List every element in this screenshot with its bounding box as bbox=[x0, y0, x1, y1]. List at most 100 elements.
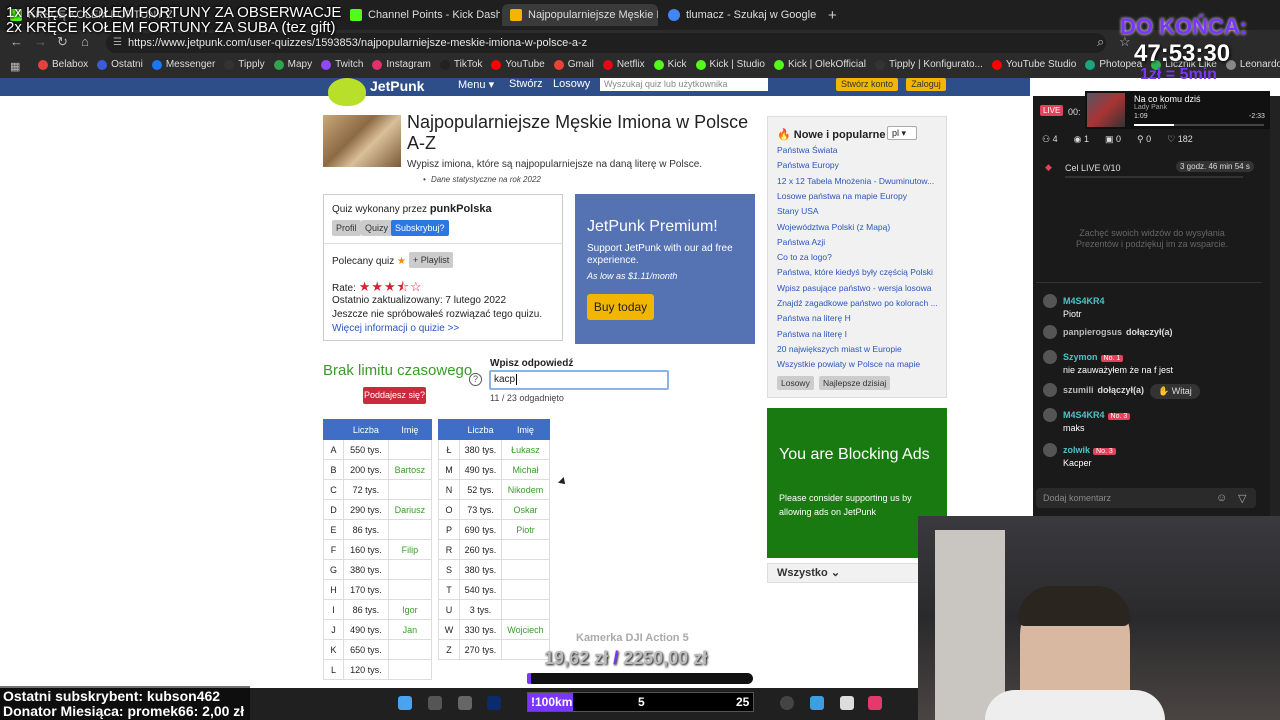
sidebar-link[interactable]: Stany USA bbox=[777, 206, 937, 216]
sidebar-link[interactable]: Losowe państwa na mapie Europy bbox=[777, 191, 937, 201]
ticker-label: !100km bbox=[528, 693, 573, 711]
bookmark-item[interactable]: Kick bbox=[653, 59, 687, 70]
bookmark-item[interactable]: Mapy bbox=[273, 59, 312, 70]
welcome-button[interactable]: ✋ Witaj bbox=[1150, 384, 1200, 399]
profile-button[interactable]: Profil bbox=[332, 220, 361, 236]
goal-amount: 19,62 zł / 2250,00 zł bbox=[544, 648, 708, 668]
cell-count: 380 tys. bbox=[343, 559, 389, 580]
tab-channel-points[interactable]: Channel Points - Kick Dashboard✕ bbox=[342, 4, 500, 26]
url-bar[interactable]: https://www.jetpunk.com/user-quizzes/159… bbox=[106, 33, 1106, 53]
table-row: G 380 tys. bbox=[323, 559, 433, 580]
rank-badge: No. 3 bbox=[1107, 413, 1131, 420]
cell-count: 330 tys. bbox=[459, 619, 502, 640]
forward-icon[interactable]: → bbox=[34, 34, 47, 49]
more-info-link[interactable]: Więcej informacji o quizie >> bbox=[332, 323, 459, 334]
best-today-button[interactable]: Najlepsze dzisiaj bbox=[819, 376, 891, 390]
obs-icon[interactable] bbox=[780, 696, 794, 710]
song-time-left: -2:33 bbox=[1249, 113, 1265, 120]
sidebar-link[interactable]: Państwa Europy bbox=[777, 160, 937, 170]
task-view-icon[interactable] bbox=[458, 696, 472, 710]
subscribe-button[interactable]: Subskrybuj? bbox=[391, 220, 449, 236]
bookmark-icon bbox=[695, 59, 706, 70]
sidebar-link[interactable]: 12 x 12 Tabela Mnożenia - Dwuminutow... bbox=[777, 176, 937, 186]
sidebar-link[interactable]: Państwa na literę I bbox=[777, 329, 937, 339]
app-icon[interactable] bbox=[810, 696, 824, 710]
chat-username[interactable]: M4S4KR4 bbox=[1063, 296, 1105, 306]
reload-icon[interactable]: ↻ bbox=[57, 34, 68, 50]
send-icon[interactable]: ▽ bbox=[1238, 492, 1246, 505]
quiz-subtitle: Wypisz imiona, które są najpopularniejsz… bbox=[407, 159, 703, 170]
site-info-icon[interactable]: ☰ bbox=[113, 37, 122, 48]
tab-jetpunk[interactable]: Najpopularniejsze Męskie Imiona✕ bbox=[502, 4, 658, 26]
sidebar-link[interactable]: 20 największych miast w Europie bbox=[777, 344, 937, 354]
give-up-button[interactable]: Poddajesz się? bbox=[363, 387, 426, 404]
author-link[interactable]: punkPolska bbox=[430, 203, 492, 215]
buy-today-button[interactable]: Buy today bbox=[587, 294, 654, 320]
sidebar-link[interactable]: Państwa, które kiedyś były częścią Polsk… bbox=[777, 267, 937, 277]
bookmark-item[interactable]: Twitch bbox=[321, 59, 363, 70]
back-icon[interactable]: ← bbox=[10, 34, 23, 49]
bookmark-item[interactable]: Kick | OlekOfficial bbox=[773, 59, 866, 70]
bookmark-item[interactable]: Netflix bbox=[602, 59, 645, 70]
bookmark-item[interactable]: TikTok bbox=[439, 59, 482, 70]
bookmark-item[interactable]: Ostatni bbox=[97, 59, 143, 70]
sidebar-link[interactable]: Województwa Polski (z Mapą) bbox=[777, 222, 937, 232]
bookmark-item[interactable]: Kick | Studio bbox=[695, 59, 765, 70]
cell-name bbox=[500, 559, 551, 580]
bookmark-item[interactable]: Tipply bbox=[224, 59, 265, 70]
bookmark-item[interactable]: Gmail bbox=[553, 59, 594, 70]
quizzes-button[interactable]: Quizy bbox=[361, 220, 393, 236]
notes-icon[interactable] bbox=[840, 696, 854, 710]
sidebar-link[interactable]: Co to za logo? bbox=[777, 252, 937, 262]
emoji-icon[interactable]: ☺ bbox=[1216, 492, 1227, 504]
create-account-button[interactable]: Stwórz konto bbox=[836, 78, 898, 91]
hosts-stat: ⚲ 0 bbox=[1137, 134, 1152, 144]
cell-name bbox=[500, 639, 551, 660]
bookmark-item[interactable]: Belabox bbox=[38, 59, 88, 70]
col-count: Liczba bbox=[459, 419, 502, 440]
random-button[interactable]: Losowy bbox=[777, 376, 814, 390]
jetpunk-search-input[interactable]: Wyszukaj quiz lub użytkownika bbox=[600, 78, 768, 91]
login-button[interactable]: Zaloguj bbox=[906, 78, 946, 91]
new-tab-button[interactable]: + bbox=[820, 4, 840, 26]
tab-google[interactable]: tlumacz - Szukaj w Google✕ bbox=[660, 4, 818, 26]
playlist-button[interactable]: + Playlist bbox=[409, 252, 454, 268]
countdown-label: DO KOŃCA: bbox=[1120, 14, 1248, 39]
nav-create[interactable]: Stwórz bbox=[509, 78, 543, 90]
sidebar-link[interactable]: Państwa Azji bbox=[777, 237, 937, 247]
sidebar-link[interactable]: Znajdź zagadkowe państwo po kolorach ... bbox=[777, 298, 937, 308]
apps-grid-icon[interactable]: ▦ bbox=[10, 60, 20, 73]
photoshop-icon[interactable] bbox=[487, 696, 501, 710]
sidebar-link[interactable]: Wpisz pasujące państwo - wersja losowa bbox=[777, 283, 937, 293]
search-icon[interactable] bbox=[428, 696, 442, 710]
bookmark-icon bbox=[97, 59, 108, 70]
gifts-stat: ▣ 0 bbox=[1104, 134, 1121, 144]
tiktok-icon[interactable] bbox=[868, 696, 882, 710]
bookmark-item[interactable]: Tipply | Konfigurato... bbox=[874, 59, 983, 70]
jetpunk-logo[interactable]: JetPunk bbox=[326, 74, 436, 108]
bookmark-item[interactable]: YouTube Studio bbox=[991, 59, 1076, 70]
bookmark-item[interactable]: Messenger bbox=[151, 59, 215, 70]
chat-username[interactable]: Szymon bbox=[1063, 352, 1098, 362]
bookmark-item[interactable]: YouTube bbox=[491, 59, 545, 70]
nav-random[interactable]: Losowy bbox=[553, 78, 590, 90]
help-icon[interactable]: ? bbox=[469, 373, 482, 386]
sidebar-link[interactable]: Państwa na literę H bbox=[777, 313, 937, 323]
nav-menu[interactable]: Menu ▾ bbox=[458, 78, 494, 91]
rating-stars[interactable]: ★★★⯪☆ bbox=[359, 279, 423, 294]
sidebar-link[interactable]: Państwa Świata bbox=[777, 145, 937, 155]
sidebar-link[interactable]: Wszystkie powiaty w Polsce na mapie bbox=[777, 359, 937, 369]
chat-username[interactable]: panpierogsus bbox=[1063, 327, 1122, 337]
zoom-icon[interactable]: ⌕ bbox=[1097, 34, 1104, 50]
answer-input[interactable]: kacp bbox=[489, 370, 669, 390]
language-select[interactable]: pl ▾ bbox=[887, 126, 917, 140]
bookmark-item[interactable]: Instagram bbox=[372, 59, 431, 70]
chat-username[interactable]: zolwik bbox=[1063, 445, 1090, 455]
windows-start-icon[interactable] bbox=[398, 696, 412, 710]
chat-username[interactable]: M4S4KR4 bbox=[1063, 410, 1105, 420]
cell-name: Michał bbox=[500, 459, 551, 480]
home-icon[interactable]: ⌂ bbox=[81, 34, 89, 49]
chat-username[interactable]: szumili bbox=[1063, 385, 1094, 395]
cell-count: 200 tys. bbox=[343, 459, 389, 480]
bookmark-item[interactable]: Leonardo bbox=[1225, 59, 1280, 70]
